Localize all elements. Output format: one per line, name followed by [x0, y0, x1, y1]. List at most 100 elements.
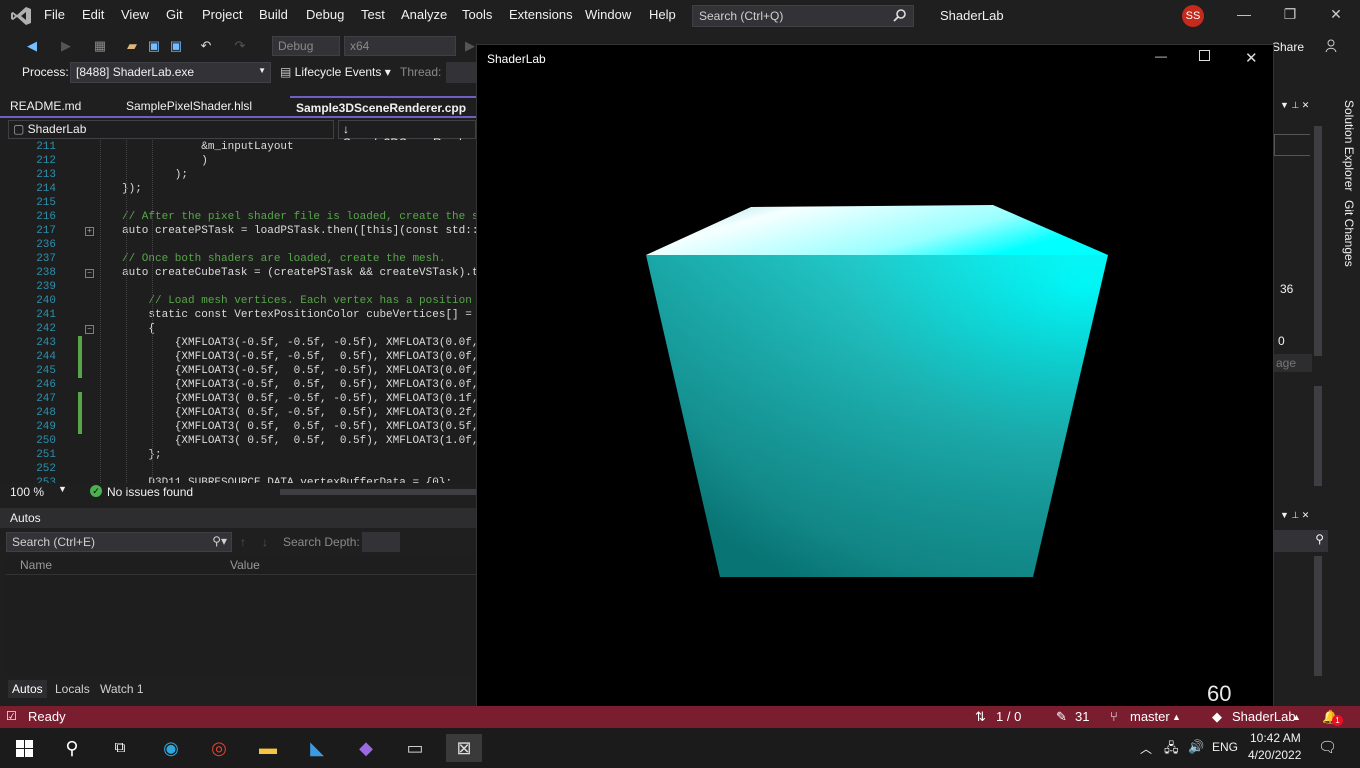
- clock-date[interactable]: 4/20/2022: [1248, 748, 1301, 762]
- terminal-icon[interactable]: ▭: [399, 734, 431, 762]
- vertical-scrollbar[interactable]: [1314, 556, 1322, 676]
- undo-icon[interactable]: ↶: [198, 38, 214, 54]
- arrow-up-icon[interactable]: ↑: [240, 535, 246, 549]
- menu-help[interactable]: Help: [649, 7, 676, 22]
- tab-watch-1[interactable]: Watch 1: [96, 680, 148, 698]
- thread-dropdown[interactable]: [446, 62, 476, 83]
- feedback-icon[interactable]: [1324, 38, 1340, 54]
- pin-icon[interactable]: ▼ ⊥ ✕: [1280, 510, 1309, 521]
- repo-icon[interactable]: ◆: [1212, 709, 1222, 725]
- code-editor[interactable]: 211 &m_inputLayout 212 ) 213 ); 214}); 215 21…: [0, 140, 476, 483]
- scope-dropdown[interactable]: ↓ Sample3DSceneRende: [338, 120, 476, 150]
- close-icon[interactable]: ✕: [1326, 6, 1346, 26]
- edit-count[interactable]: 31: [1075, 709, 1089, 724]
- code-line[interactable]: 238 − auto createCubeTask = (createPSTask …: [0, 266, 476, 280]
- collapse-icon[interactable]: −: [85, 325, 94, 334]
- branch-name[interactable]: master: [1130, 709, 1170, 724]
- shaderlab-window[interactable]: ShaderLab — ✕ 60 FPS: [476, 44, 1274, 732]
- code-line[interactable]: 236: [0, 238, 476, 252]
- chevron-up-icon[interactable]: ▲: [1172, 712, 1181, 722]
- autos-search-input[interactable]: Search (Ctrl+E) ⚲▾: [6, 532, 232, 552]
- code-line[interactable]: 243 {XMFLOAT3(-0.5f, -0.5f, -0.5f), XMFL…: [0, 336, 476, 350]
- open-folder-icon[interactable]: ▰: [124, 38, 140, 54]
- search-icon[interactable]: ⚲: [1315, 532, 1324, 546]
- expand-icon[interactable]: +: [85, 227, 94, 236]
- code-line[interactable]: 253 D3D11_SUBRESOURCE_DATA vertexBufferD…: [0, 476, 476, 483]
- pencil-icon[interactable]: ✎: [1056, 709, 1067, 725]
- panel-field[interactable]: [1274, 134, 1310, 156]
- task-view-icon[interactable]: ⧉: [104, 734, 136, 762]
- vertical-scrollbar[interactable]: [1314, 386, 1322, 486]
- chevron-down-icon[interactable]: ▼: [58, 484, 67, 494]
- solution-explorer-tab[interactable]: Solution Explorer: [1336, 100, 1356, 191]
- repo-name[interactable]: ShaderLab: [1232, 709, 1296, 724]
- tab-fragment[interactable]: age: [1274, 354, 1312, 372]
- project-dropdown[interactable]: ▢ ShaderLab: [8, 120, 334, 139]
- process-dropdown[interactable]: [8488] ShaderLab.exe ▼: [70, 62, 271, 83]
- menu-edit[interactable]: Edit: [82, 7, 104, 22]
- code-line[interactable]: 251 };: [0, 448, 476, 462]
- visual-studio-icon[interactable]: ◆: [350, 734, 382, 762]
- code-line[interactable]: 246 {XMFLOAT3(-0.5f, 0.5f, 0.5f), XMFLOA…: [0, 378, 476, 392]
- code-line[interactable]: 250 {XMFLOAT3( 0.5f, 0.5f, 0.5f), XMFLOA…: [0, 434, 476, 448]
- menu-analyze[interactable]: Analyze: [401, 7, 447, 22]
- edge-icon[interactable]: ◉: [155, 734, 187, 762]
- new-item-icon[interactable]: ▦: [92, 38, 108, 54]
- panel-search-input[interactable]: ⚲: [1274, 530, 1328, 552]
- menu-tools[interactable]: Tools: [462, 7, 492, 22]
- tab-autos[interactable]: Autos: [8, 680, 47, 698]
- search-icon[interactable]: ⚲▾: [212, 534, 227, 548]
- collapse-icon[interactable]: −: [85, 269, 94, 278]
- redo-icon[interactable]: ↷: [232, 38, 248, 54]
- global-search-input[interactable]: Search (Ctrl+Q): [692, 5, 914, 27]
- minimize-icon[interactable]: —: [1234, 6, 1254, 26]
- menu-test[interactable]: Test: [361, 7, 385, 22]
- code-line[interactable]: 242− {: [0, 322, 476, 336]
- code-line[interactable]: 248 {XMFLOAT3( 0.5f, -0.5f, 0.5f), XMFLO…: [0, 406, 476, 420]
- file-explorer-icon[interactable]: ▬: [252, 734, 284, 762]
- code-line[interactable]: 214});: [0, 182, 476, 196]
- menu-git[interactable]: Git: [166, 7, 183, 22]
- search-icon[interactable]: [893, 8, 907, 22]
- chevron-up-icon[interactable]: ▲: [1292, 712, 1301, 722]
- notification-center-icon[interactable]: 🗨: [1318, 738, 1337, 756]
- menu-build[interactable]: Build: [259, 7, 288, 22]
- network-icon[interactable]: 🖧: [1164, 739, 1179, 761]
- shaderlab-app-icon[interactable]: ⊠: [446, 734, 482, 762]
- lifecycle-events-button[interactable]: ▤ Lifecycle Events ▾: [280, 65, 391, 79]
- horizontal-scrollbar[interactable]: [280, 489, 476, 495]
- visual-studio-logo-icon[interactable]: [10, 6, 32, 26]
- menu-window[interactable]: Window: [585, 7, 631, 22]
- code-line[interactable]: 241 static const VertexPositionColor cub…: [0, 308, 476, 322]
- code-line[interactable]: 216 // After the pixel shader file is loa…: [0, 210, 476, 224]
- restore-icon[interactable]: ❐: [1280, 6, 1300, 26]
- code-line[interactable]: 239: [0, 280, 476, 294]
- code-line[interactable]: 249 {XMFLOAT3( 0.5f, 0.5f, -0.5f), XMFLO…: [0, 420, 476, 434]
- search-icon[interactable]: ⚲: [56, 734, 88, 762]
- vertical-scrollbar[interactable]: [1314, 126, 1322, 356]
- user-avatar[interactable]: SS: [1182, 5, 1204, 27]
- menu-extensions[interactable]: Extensions: [509, 7, 573, 22]
- issues-status[interactable]: No issues found: [107, 485, 193, 499]
- code-line[interactable]: 245 {XMFLOAT3(-0.5f, 0.5f, -0.5f), XMFLO…: [0, 364, 476, 378]
- share-button[interactable]: Share: [1272, 40, 1304, 54]
- tab-readme[interactable]: README.md: [4, 96, 87, 116]
- code-line[interactable]: 240 // Load mesh vertices. Each vertex h…: [0, 294, 476, 308]
- platform-dropdown[interactable]: x64: [344, 36, 456, 56]
- menu-view[interactable]: View: [121, 7, 149, 22]
- commit-count[interactable]: 1 / 0: [996, 709, 1021, 724]
- tab-sample3dscenerenderer[interactable]: Sample3DSceneRenderer.cpp: [290, 96, 476, 116]
- menu-file[interactable]: File: [44, 7, 65, 22]
- arrow-down-icon[interactable]: ↓: [262, 535, 268, 549]
- code-line[interactable]: 212 ): [0, 154, 476, 168]
- branch-icon[interactable]: ⑂: [1110, 709, 1118, 724]
- back-icon[interactable]: ◀: [24, 38, 40, 54]
- tab-samplepixelshader[interactable]: SamplePixelShader.hlsl: [120, 96, 258, 116]
- code-line[interactable]: 244 {XMFLOAT3(-0.5f, -0.5f, 0.5f), XMFLO…: [0, 350, 476, 364]
- code-line[interactable]: 213 );: [0, 168, 476, 182]
- git-changes-tab[interactable]: Git Changes: [1336, 200, 1356, 267]
- windows-start-icon[interactable]: [16, 740, 33, 757]
- menu-project[interactable]: Project: [202, 7, 242, 22]
- tab-locals[interactable]: Locals: [51, 680, 94, 698]
- forward-icon[interactable]: ▶: [58, 38, 74, 54]
